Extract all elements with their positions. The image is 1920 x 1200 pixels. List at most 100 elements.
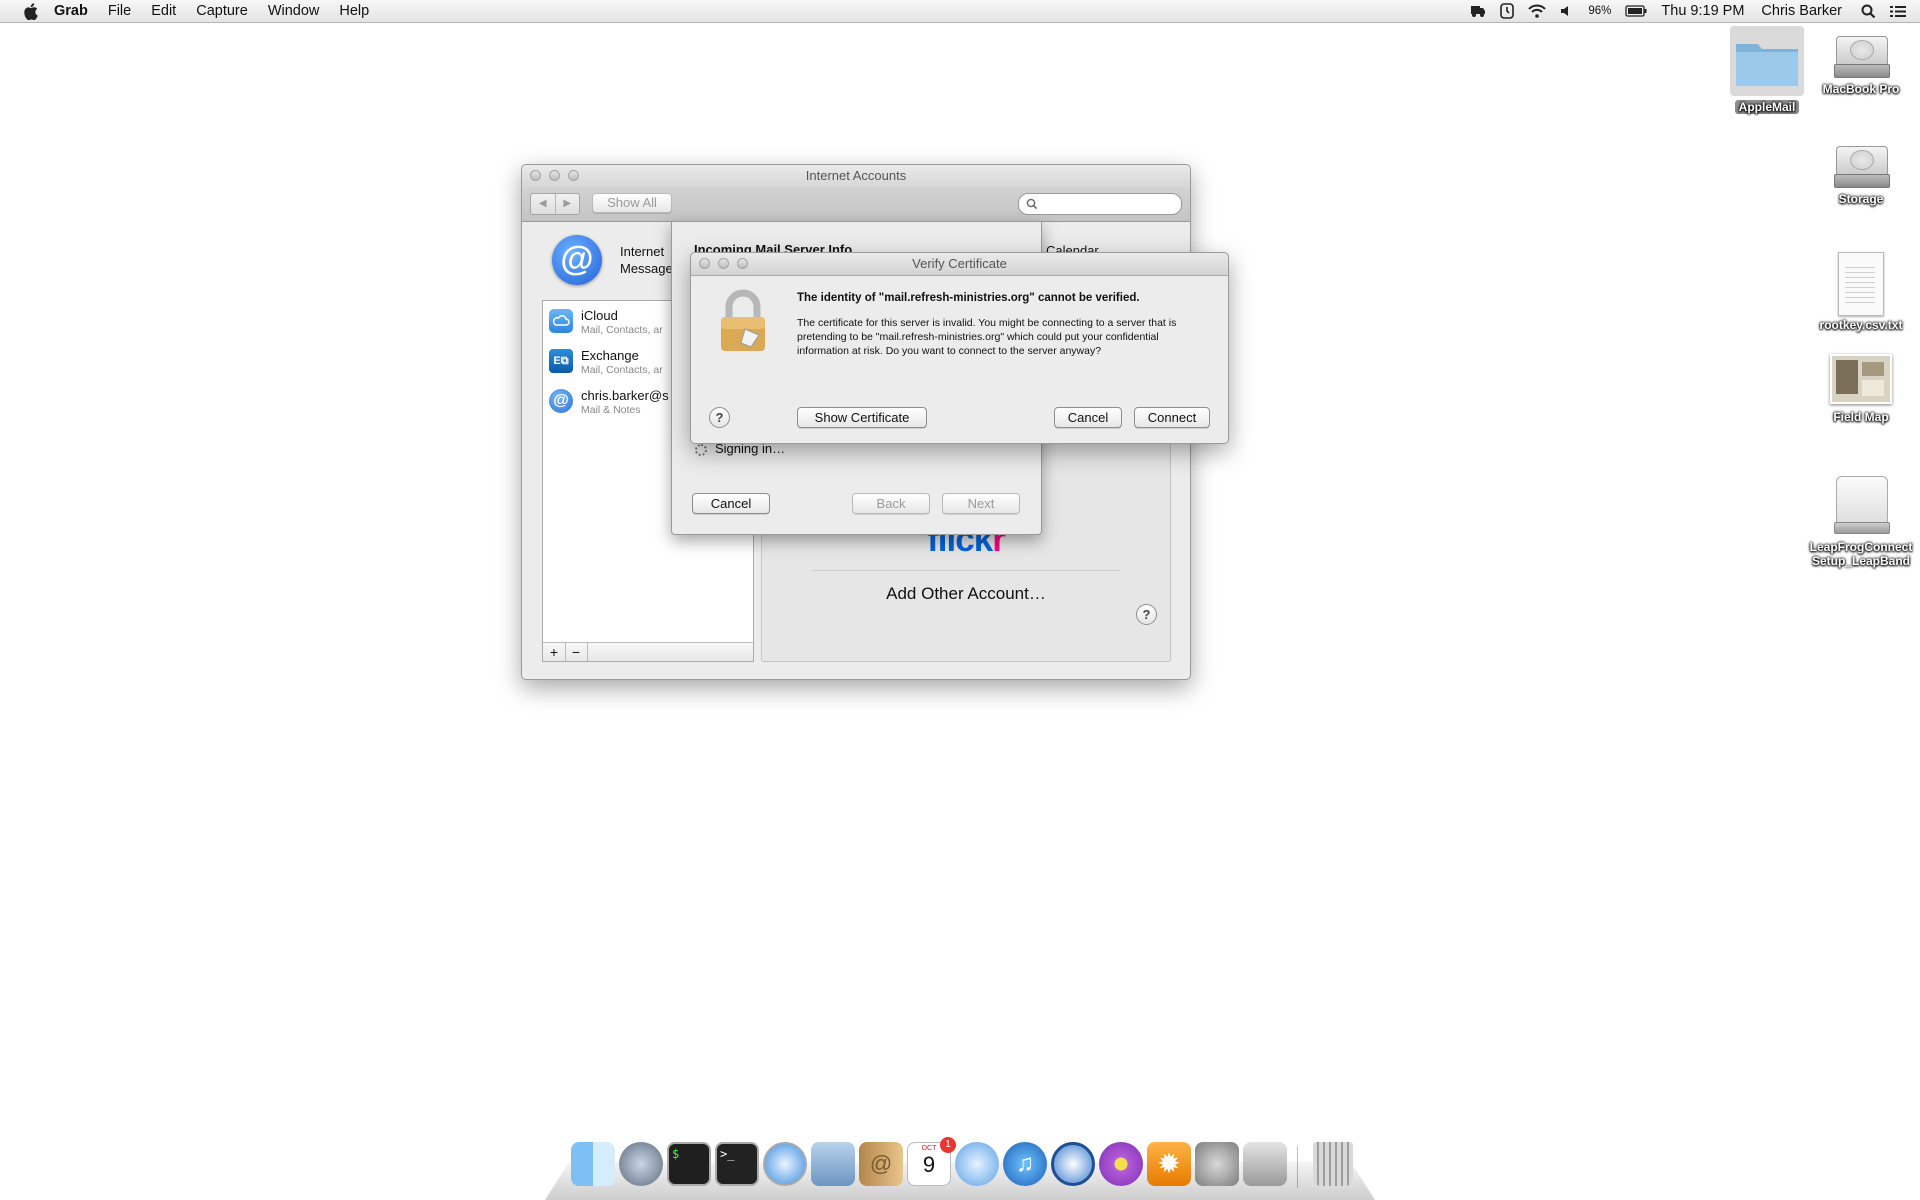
spinner-icon [695,444,707,456]
calendar-icon[interactable]: OCT 9 1 [907,1137,956,1186]
provider-divider [812,570,1120,571]
zoom-window-button[interactable] [568,170,579,181]
dock: $ >_ @ OCT 9 1 ♫ ✹ [545,1137,1375,1200]
back-arrow-icon[interactable]: ◀ [531,194,556,214]
battery-icon[interactable] [1618,5,1654,17]
itunes-icon[interactable]: ♫ [1003,1142,1047,1186]
flower-icon[interactable] [1099,1142,1143,1186]
menu-window[interactable]: Window [258,0,330,22]
close-window-button[interactable] [530,170,541,181]
terminal-icon[interactable]: $ [667,1142,711,1186]
time-machine-icon[interactable] [1463,4,1493,18]
dialog-headline: The identity of "mail.refresh-ministries… [797,292,1140,304]
minimize-window-button[interactable] [549,170,560,181]
back-forward-control: ◀ ▶ [530,193,580,215]
at-sign-icon: @ [552,235,602,285]
icloud-icon [549,309,573,333]
desktop-icon-rootkey[interactable]: rootkey.csv.txt [1811,252,1911,332]
window-title: Internet Accounts [805,168,907,183]
mail-icon[interactable] [811,1142,855,1186]
migration-icon[interactable] [619,1142,663,1186]
minimize-window-button[interactable] [718,258,729,269]
calendar-badge: 1 [940,1137,956,1153]
grab-icon[interactable] [1243,1142,1287,1186]
safari-icon[interactable] [763,1142,807,1186]
header-line-2: Message [620,261,673,276]
desktop-icon-leapfrog[interactable]: LeapFrogConnectSetup_LeapBand [1806,474,1916,568]
desktop-icon-field-map[interactable]: Field Map [1811,354,1911,424]
desktop-icon-label: rootkey.csv.txt [1819,318,1903,332]
clock-sync-icon[interactable] [1493,3,1521,19]
terminal-icon[interactable]: >_ [715,1142,759,1186]
connect-button[interactable]: Connect [1134,407,1210,428]
desktop-icon-label: MacBook Pro [1822,82,1900,96]
calendar-day: 9 [922,1152,936,1177]
desktop-icon-label: Storage [1838,192,1884,206]
spotlight-search-icon[interactable] [1849,4,1883,19]
menu-capture[interactable]: Capture [186,0,258,22]
apple-menu-icon[interactable] [16,2,44,20]
add-account-button[interactable]: + [543,643,566,661]
cancel-button[interactable]: Cancel [1054,407,1122,428]
menu-edit[interactable]: Edit [141,0,186,22]
zoom-window-button[interactable] [737,258,748,269]
messages-icon[interactable] [955,1142,999,1186]
next-button[interactable]: Next [942,493,1020,514]
menu-clock[interactable]: Thu 9:19 PM [1654,0,1751,22]
account-detail: Mail, Contacts, ar [581,324,663,336]
back-button[interactable]: Back [852,493,930,514]
desktop-icon-applemail[interactable]: AppleMail [1717,26,1817,116]
wifi-icon[interactable] [1521,4,1553,18]
preview-icon[interactable] [1051,1142,1095,1186]
desktop-icon-label: Field Map [1833,410,1889,424]
image-thumbnail-icon [1830,354,1892,404]
verify-certificate-dialog: Verify Certificate The identity of "mail… [690,252,1229,444]
menu-app-name[interactable]: Grab [44,0,98,22]
preferences-icon[interactable]: ✹ [1147,1142,1191,1186]
search-field[interactable] [1018,193,1182,215]
folder-icon [1730,26,1804,96]
header-description: Internet Message [620,243,673,277]
desktop-icon-label: LeapFrogConnectSetup_LeapBand [1809,540,1913,568]
contacts-icon[interactable]: @ [859,1142,903,1186]
system-preferences-icon[interactable] [1195,1142,1239,1186]
notification-center-icon[interactable] [1883,5,1920,18]
show-certificate-button[interactable]: Show Certificate [797,407,927,428]
account-name: Exchange [581,348,639,363]
finder-icon[interactable] [571,1142,615,1186]
trash-icon[interactable] [1313,1142,1353,1186]
toolbar: ◀ ▶ Show All [522,187,1190,222]
external-drive-icon [1834,474,1890,536]
exchange-icon: E⧉ [549,349,573,373]
menu-bar: Grab File Edit Capture Window Help 96% T… [0,0,1920,23]
dialog-titlebar: Verify Certificate [691,253,1228,276]
dialog-title: Verify Certificate [912,256,1007,271]
help-button[interactable]: ? [1136,604,1157,625]
desktop-icon-storage[interactable]: Storage [1811,140,1911,206]
dock-separator [1297,1146,1298,1188]
account-name: chris.barker@s [581,388,669,403]
desktop-icon-macbook-pro[interactable]: MacBook Pro [1811,30,1911,96]
volume-icon[interactable] [1553,4,1581,18]
menu-user-name[interactable]: Chris Barker [1751,0,1849,22]
show-all-button[interactable]: Show All [592,193,672,213]
remove-account-button[interactable]: − [565,643,588,661]
mail-at-icon: @ [549,389,573,413]
account-detail: Mail & Notes [581,404,641,416]
menu-help[interactable]: Help [329,0,379,22]
padlock-icon [715,289,771,355]
battery-percent: 96% [1588,5,1612,17]
text-document-icon [1838,252,1884,316]
add-other-account-button[interactable]: Add Other Account… [762,584,1170,604]
help-button[interactable]: ? [709,407,730,428]
account-name: iCloud [581,308,618,323]
dialog-body: The certificate for this server is inval… [797,317,1177,357]
forward-arrow-icon[interactable]: ▶ [556,194,580,214]
desktop-icon-label: AppleMail [1734,100,1800,114]
cancel-button[interactable]: Cancel [692,493,770,514]
close-window-button[interactable] [699,258,710,269]
search-icon [1026,198,1038,210]
menu-file[interactable]: File [98,0,141,22]
header-line-1: Internet [620,244,665,259]
account-detail: Mail, Contacts, ar [581,364,663,376]
